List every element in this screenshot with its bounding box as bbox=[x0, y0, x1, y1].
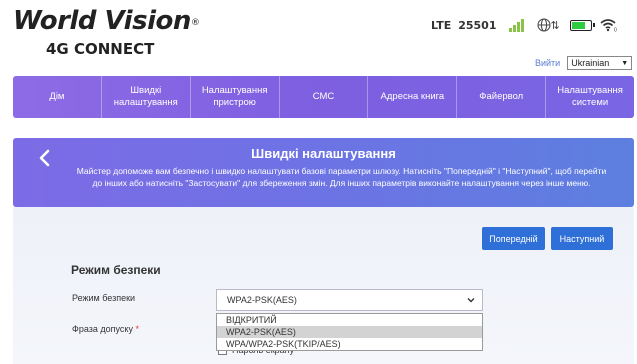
language-select[interactable]: Ukrainian ▼ bbox=[567, 56, 633, 70]
passphrase-label: Фраза допуску * bbox=[72, 324, 139, 334]
chevron-down-icon bbox=[467, 298, 475, 303]
next-button[interactable]: Наступний bbox=[551, 227, 613, 250]
wizard-title: Швидкі налаштування bbox=[251, 146, 396, 161]
logout-link[interactable]: Вийти bbox=[535, 58, 560, 68]
nav-item-quick-setup[interactable]: Швидкі налаштування bbox=[102, 76, 191, 118]
required-mark: * bbox=[135, 324, 139, 334]
previous-button[interactable]: Попередній bbox=[482, 227, 545, 250]
dropdown-option-wpa-wpa2-psk[interactable]: WPA/WPA2-PSK(TKIP/AES) bbox=[217, 338, 482, 350]
network-code: 25501 bbox=[458, 18, 497, 32]
security-mode-dropdown: ВІДКРИТИЙ WPA2-PSK(AES) WPA/WPA2-PSK(TKI… bbox=[216, 313, 483, 351]
brand-logo: World Vision® 4G CONNECT bbox=[13, 6, 200, 58]
status-bar: LTE 25501 ⇅ 0 bbox=[431, 14, 618, 36]
nav-item-sms[interactable]: СМС bbox=[280, 76, 369, 118]
signal-icon bbox=[508, 18, 525, 32]
brand-name: World Vision® bbox=[13, 6, 200, 36]
security-mode-label: Режим безпеки bbox=[72, 293, 136, 303]
nav-item-home[interactable]: Дім bbox=[13, 76, 102, 118]
security-mode-value: WPA2-PSK(AES) bbox=[227, 295, 297, 305]
wifi-icon: 0 bbox=[600, 19, 617, 33]
nav-item-address-book[interactable]: Адресна книга bbox=[368, 76, 458, 118]
nav-item-device-settings[interactable]: Налаштування пристрою bbox=[191, 76, 280, 118]
wizard-banner: Швидкі налаштування Майстер допоможе вам… bbox=[13, 138, 634, 207]
network-type: LTE bbox=[431, 18, 452, 32]
wifi-clients-count: 0 bbox=[614, 28, 617, 33]
section-title: Режим безпеки bbox=[71, 263, 161, 277]
brand-subtitle: 4G CONNECT bbox=[46, 40, 155, 58]
dropdown-option-wpa2-psk-aes[interactable]: WPA2-PSK(AES) bbox=[217, 326, 482, 338]
nav-item-system-settings[interactable]: Налаштування системи bbox=[546, 76, 634, 118]
language-value: Ukrainian bbox=[571, 58, 610, 68]
dropdown-option-open[interactable]: ВІДКРИТИЙ bbox=[217, 314, 482, 326]
wizard-description: Майстер допоможе вам безпечно і швидко н… bbox=[76, 166, 607, 188]
language-bar: Вийти Ukrainian ▼ bbox=[535, 56, 633, 70]
chevron-down-icon: ▼ bbox=[621, 59, 629, 67]
nav-item-firewall[interactable]: Файервол bbox=[457, 76, 547, 118]
main-nav: Дім Швидкі налаштування Налаштування при… bbox=[13, 76, 634, 118]
data-transfer-icon: ⇅ bbox=[550, 19, 560, 32]
security-mode-select[interactable]: WPA2-PSK(AES) bbox=[216, 289, 483, 311]
globe-icon bbox=[537, 18, 550, 32]
battery-icon bbox=[569, 19, 595, 31]
